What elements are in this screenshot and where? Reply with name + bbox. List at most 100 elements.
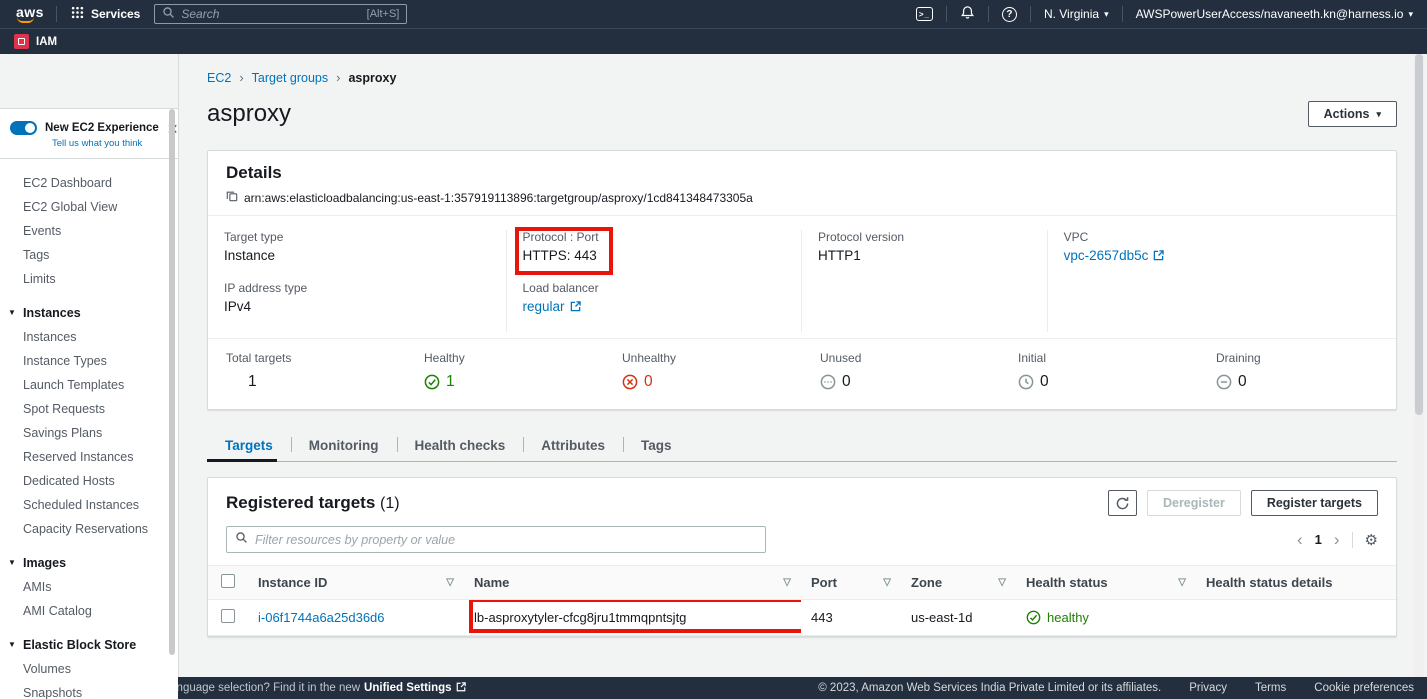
account-menu[interactable]: AWSPowerUserAccess/navaneeth.kn@harness.… [1136, 7, 1413, 21]
filter-icon[interactable]: ▽ [1178, 577, 1186, 588]
sidebar-item[interactable]: ▼ Instances [0, 325, 178, 349]
privacy-link[interactable]: Privacy [1189, 682, 1227, 694]
sidebar-item[interactable]: ▼ Savings Plans [0, 421, 178, 445]
ec2-sidebar: New EC2 Experience Tell us what you thin… [0, 54, 179, 677]
column-header[interactable]: Health status ▽ [1016, 566, 1196, 600]
table-settings-gear-icon[interactable]: ⚙ [1365, 531, 1378, 549]
sidebar-item-label: Savings Plans [23, 426, 102, 440]
sidebar-item[interactable]: ▼ Elastic Block Store [0, 633, 178, 657]
tab[interactable]: Health checks [397, 430, 524, 461]
chevron-right-icon: › [239, 70, 243, 85]
sidebar-item[interactable]: ▼ EC2 Global View [0, 195, 178, 219]
aws-logo[interactable]: aws [10, 6, 56, 23]
caret-down-icon: ▾ [1408, 10, 1413, 19]
stat-value: 1 [446, 373, 455, 391]
sidebar-item[interactable]: ▼ Capacity Reservations [0, 517, 178, 541]
sidebar-item-label: Reserved Instances [23, 450, 133, 464]
page-scrollbar[interactable] [1414, 54, 1424, 677]
sidebar-item[interactable]: ▼ Tags [0, 243, 178, 267]
tab[interactable]: Monitoring [291, 430, 397, 461]
region-selector[interactable]: N. Virginia ▾ [1044, 7, 1109, 21]
terms-link[interactable]: Terms [1255, 682, 1286, 694]
sidebar-item[interactable]: ▼ EC2 Dashboard [0, 171, 178, 195]
sidebar-item[interactable]: ▼ Snapshots [0, 681, 178, 699]
sidebar-top-spacer [0, 54, 178, 108]
filter-icon[interactable]: ▽ [998, 577, 1006, 588]
services-menu-button[interactable]: Services [57, 6, 154, 22]
new-experience-title: New EC2 Experience [45, 122, 159, 134]
chevron-right-icon: › [336, 70, 340, 85]
new-experience-toggle[interactable] [10, 121, 37, 135]
notifications-bell-icon[interactable] [960, 5, 975, 23]
external-link-icon [456, 682, 466, 695]
cookie-preferences-link[interactable]: Cookie preferences [1314, 682, 1414, 694]
health-status-details [1196, 600, 1396, 636]
global-search-box[interactable]: [Alt+S] [154, 4, 407, 24]
iam-favorite-link[interactable]: IAM [36, 36, 57, 48]
breadcrumb-link[interactable]: asproxy [348, 71, 396, 85]
new-experience-feedback-link[interactable]: Tell us what you think [52, 138, 159, 149]
target-name: lb-asproxytyler-cfcg8jru1tmmqpntsjtg [474, 610, 686, 625]
scrollbar-thumb[interactable] [1415, 54, 1423, 415]
column-header[interactable]: Name ▽ [464, 566, 801, 600]
breadcrumb-link[interactable]: EC2 [207, 71, 231, 85]
divider [1122, 6, 1123, 22]
actions-button[interactable]: Actions ▾ [1308, 101, 1397, 127]
targets-filter-box[interactable] [226, 526, 766, 553]
sidebar-item[interactable]: ▼ Launch Templates [0, 373, 178, 397]
help-icon[interactable]: ? [1002, 7, 1017, 22]
sidebar-item[interactable]: ▼ Images [0, 551, 178, 575]
column-header[interactable]: Port ▽ [801, 566, 901, 600]
section-caret-icon: ▼ [8, 640, 16, 649]
copy-icon[interactable] [226, 190, 238, 205]
field-label: Target type [224, 230, 490, 244]
breadcrumb-link[interactable]: Target groups [252, 71, 328, 85]
section-caret-icon: ▼ [8, 558, 16, 567]
targets-filter-input[interactable] [255, 533, 757, 547]
target-zone: us-east-1d [901, 600, 1016, 636]
filter-icon[interactable]: ▽ [783, 577, 791, 588]
aws-logo-text: aws [16, 6, 44, 19]
refresh-button[interactable] [1108, 490, 1137, 516]
sidebar-item[interactable]: ▼ Reserved Instances [0, 445, 178, 469]
sidebar-item[interactable]: ▼ Volumes [0, 657, 178, 681]
tab[interactable]: Targets [207, 430, 291, 461]
instance-id-link[interactable]: i-06f1744a6a25d36d6 [258, 610, 385, 625]
sidebar-item[interactable]: ▼ Events [0, 219, 178, 243]
target-port: 443 [801, 600, 901, 636]
tab[interactable]: Attributes [523, 430, 623, 461]
sidebar-item-label: Tags [23, 248, 49, 262]
deregister-button[interactable]: Deregister [1147, 490, 1241, 516]
sidebar-item-label: AMI Catalog [23, 604, 92, 618]
row-checkbox[interactable] [221, 609, 235, 623]
target-health-stat: Initial 0 [1000, 351, 1198, 391]
column-header-label: Name [474, 575, 509, 590]
sidebar-scrollbar[interactable] [169, 109, 175, 655]
sidebar-item[interactable]: ▼ AMI Catalog [0, 599, 178, 623]
sidebar-item[interactable]: ▼ Limits [0, 267, 178, 291]
iam-service-icon[interactable] [14, 34, 29, 49]
current-page-number[interactable]: 1 [1315, 532, 1322, 547]
filter-icon[interactable]: ▽ [446, 577, 454, 588]
sidebar-item-label: Events [23, 224, 61, 238]
sidebar-item[interactable]: ▼ Dedicated Hosts [0, 469, 178, 493]
column-header[interactable]: Health status details ▽ [1196, 566, 1396, 600]
sidebar-item[interactable]: ▼ AMIs [0, 575, 178, 599]
filter-icon[interactable]: ▽ [883, 577, 891, 588]
sidebar-item[interactable]: ▼ Scheduled Instances [0, 493, 178, 517]
cloudshell-icon[interactable]: >_ [916, 7, 933, 21]
search-icon [162, 6, 175, 22]
search-input[interactable] [181, 7, 360, 21]
previous-page-icon[interactable]: ‹ [1297, 531, 1303, 548]
unified-settings-link[interactable]: Unified Settings [364, 682, 452, 694]
next-page-icon[interactable]: › [1334, 531, 1340, 548]
register-targets-button[interactable]: Register targets [1251, 490, 1378, 516]
select-all-checkbox[interactable] [221, 574, 235, 588]
sidebar-item[interactable]: ▼ Spot Requests [0, 397, 178, 421]
sidebar-item[interactable]: ▼ Instance Types [0, 349, 178, 373]
tab[interactable]: Tags [623, 430, 690, 461]
column-header[interactable]: Instance ID ▽ [248, 566, 464, 600]
sidebar-item[interactable]: ▼ Instances [0, 301, 178, 325]
column-header-label: Health status details [1206, 575, 1332, 590]
column-header[interactable]: Zone ▽ [901, 566, 1016, 600]
